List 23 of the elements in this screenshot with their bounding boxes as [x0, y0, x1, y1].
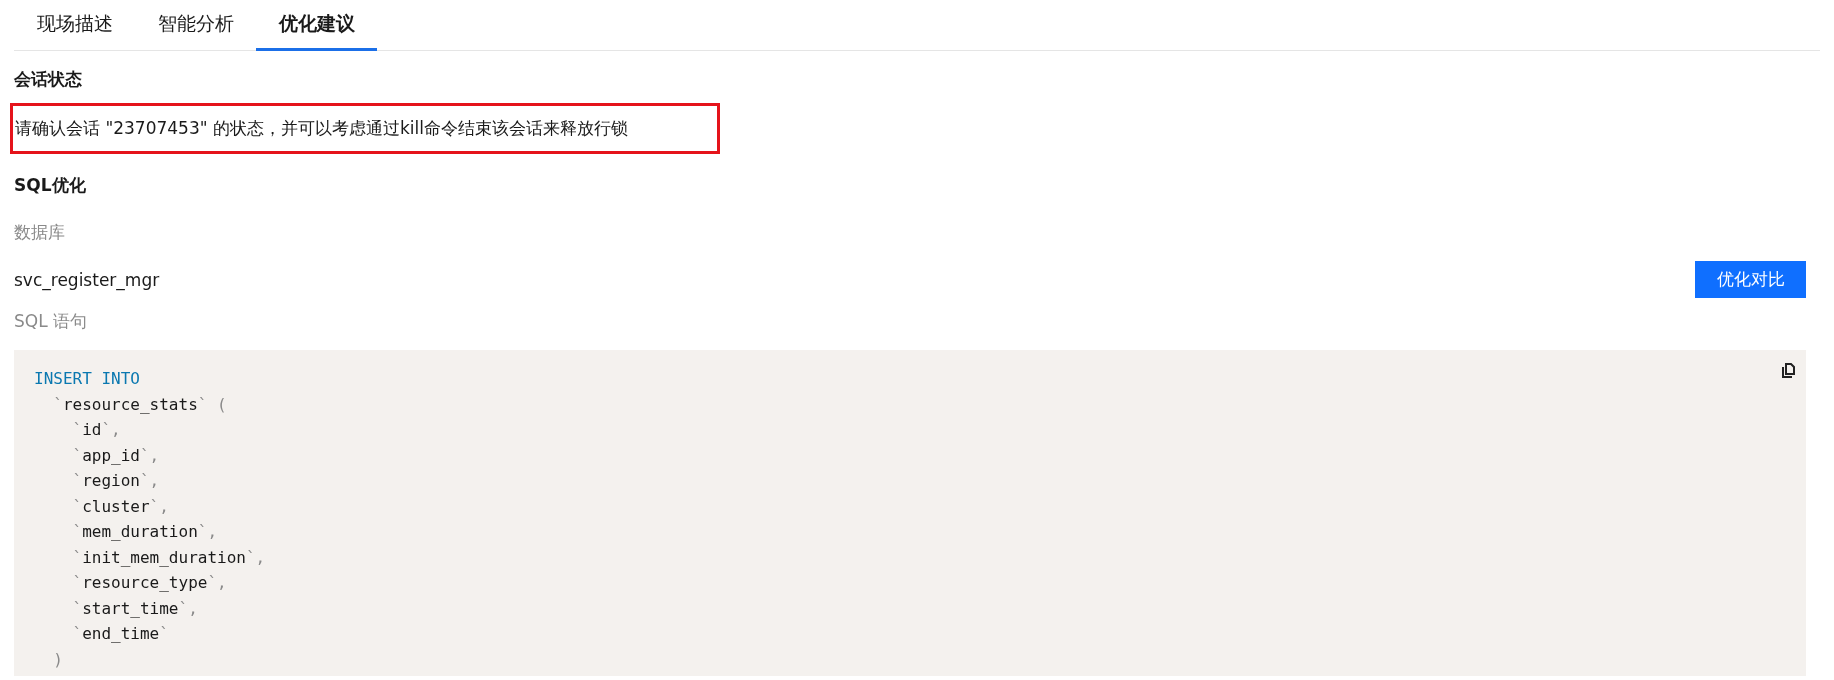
tab[interactable]: 智能分析: [135, 0, 256, 51]
tab[interactable]: 优化建议: [256, 0, 377, 51]
code-line: `end_time`: [71, 623, 169, 645]
code-line: `resource_type`,: [71, 572, 227, 594]
field-label: SQL 语句: [14, 310, 89, 333]
code-line: `mem_duration`,: [71, 521, 218, 543]
advice-text: 请确认会话 "23707453" 的状态，并可以考虑通过kill命令结束该会话来释放行锁: [10, 103, 720, 154]
database-name: svc_register_mgr: [14, 269, 160, 290]
code-line: `region`,: [71, 470, 160, 492]
code-line: `start_time`,: [71, 597, 198, 620]
tab[interactable]: 现场描述: [14, 0, 135, 51]
copy-icon[interactable]: [1782, 363, 1796, 378]
code-line: `resource_stats` (: [52, 393, 227, 416]
code-line: INSERT INTO: [34, 368, 140, 390]
code-line: `init_mem_duration`,: [71, 546, 266, 569]
code-line: `cluster`,: [71, 495, 169, 518]
code-line: `app_id`,: [71, 444, 160, 467]
field-label: 数据库: [14, 221, 66, 244]
section-title: SQL优化: [14, 174, 87, 197]
code-line: ): [52, 648, 63, 671]
code-line: `id`,: [71, 419, 121, 441]
compare-button[interactable]: 优化对比: [1695, 261, 1806, 298]
section-title: 会话状态: [14, 68, 83, 91]
